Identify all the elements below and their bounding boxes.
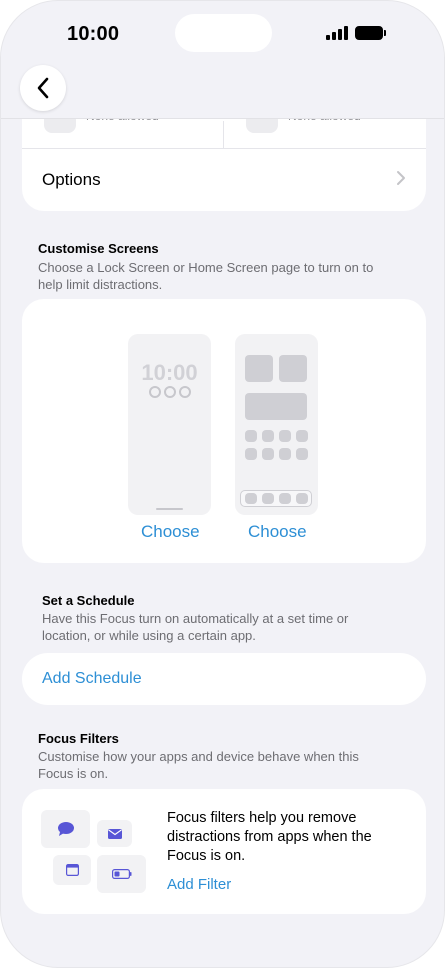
mail-icon: [97, 820, 132, 847]
options-row[interactable]: Options: [22, 149, 426, 211]
calendar-icon: [53, 855, 91, 885]
focus-filters-body: Focus filters help you remove distractio…: [167, 810, 372, 864]
app-tile: [262, 430, 274, 442]
widget-circles: [128, 386, 211, 398]
message-icon: [41, 810, 90, 848]
lock-preview-time: 10:00: [141, 360, 198, 385]
add-filter-button[interactable]: Add Filter: [167, 876, 231, 893]
app-tile: [279, 430, 291, 442]
app-tile: [279, 448, 291, 460]
chevron-right-icon: [396, 170, 406, 191]
divider: [223, 121, 224, 149]
home-indicator: [156, 508, 183, 510]
app-tile: [262, 448, 274, 460]
app-tile: [245, 430, 257, 442]
choose-lock-screen-button[interactable]: Choose: [141, 522, 200, 542]
back-button[interactable]: [20, 65, 66, 111]
app-tile: [245, 448, 257, 460]
add-schedule-button[interactable]: Add Schedule: [22, 653, 426, 705]
status-indicators: [326, 26, 386, 40]
chevron-left-icon: [37, 77, 49, 99]
battery-status-icon: [355, 26, 386, 40]
app-tile: [296, 448, 308, 460]
battery-icon: [97, 855, 146, 893]
customise-screens-description: Choose a Lock Screen or Home Screen page…: [38, 260, 374, 292]
phone-screen: None allowed None allowed Options Custom…: [0, 0, 445, 968]
customise-screens-card: 10:00 Choose Choose: [22, 299, 426, 563]
customise-screens-title: Customise Screens: [38, 241, 159, 256]
app-tile: [296, 430, 308, 442]
home-screen-preview[interactable]: [235, 334, 318, 515]
schedule-title: Set a Schedule: [42, 593, 135, 608]
cellular-signal-icon: [326, 26, 348, 40]
navigation-bar: [1, 51, 444, 119]
focus-filters-card: Focus filters help you remove distractio…: [22, 789, 426, 914]
schedule-description: Have this Focus turn on automatically at…: [42, 611, 349, 643]
lock-screen-preview[interactable]: 10:00: [128, 334, 211, 515]
dynamic-island: [175, 14, 272, 52]
add-schedule-label: Add Schedule: [42, 670, 142, 687]
status-time: 10:00: [67, 23, 120, 45]
widget-tile: [245, 393, 307, 420]
widget-tile: [279, 355, 307, 382]
focus-filters-description: Customise how your apps and device behav…: [38, 749, 359, 781]
dock: [240, 490, 312, 507]
options-label: Options: [42, 170, 101, 189]
widget-tile: [245, 355, 273, 382]
choose-home-screen-button[interactable]: Choose: [248, 522, 307, 542]
focus-filters-title: Focus Filters: [38, 731, 119, 746]
